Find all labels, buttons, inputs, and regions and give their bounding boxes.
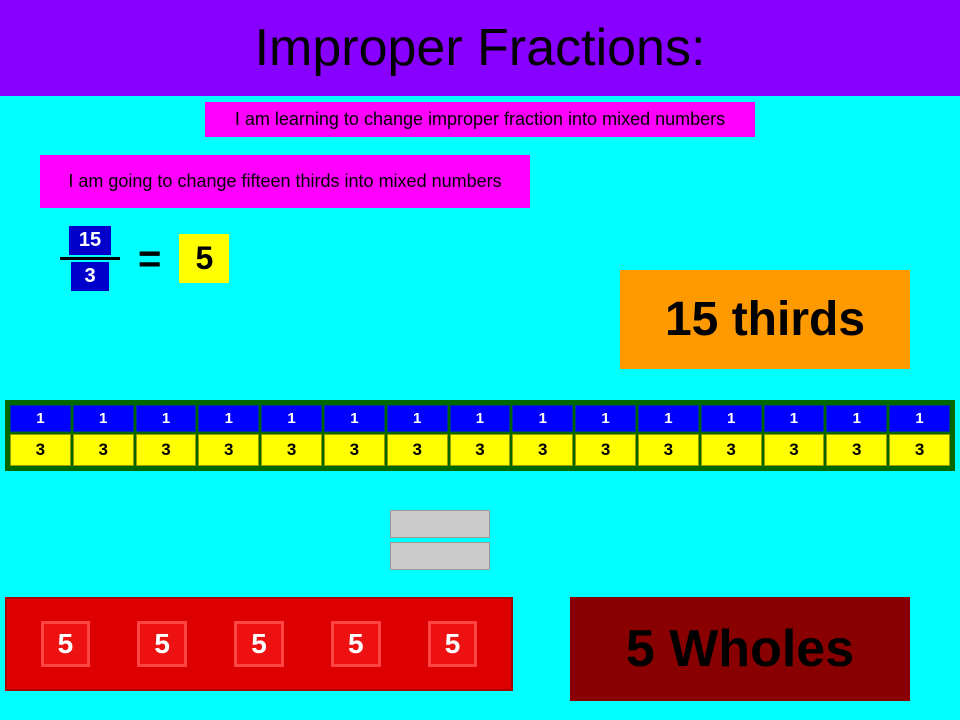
eq-frac-top <box>390 510 490 538</box>
thirds-label: 15 thirds <box>620 270 910 369</box>
tile-top: 1 <box>387 405 448 432</box>
tile-bottom: 3 <box>764 434 825 466</box>
tile-top: 1 <box>198 405 259 432</box>
learning-objective: I am learning to change improper fractio… <box>205 102 755 137</box>
tiles-container: 111111111111111 333333333333333 <box>5 400 955 471</box>
tile-top: 1 <box>10 405 71 432</box>
tile-bottom: 3 <box>701 434 762 466</box>
tile-top: 1 <box>826 405 887 432</box>
tile-top: 1 <box>450 405 511 432</box>
tile-bottom: 3 <box>450 434 511 466</box>
tile-top: 1 <box>638 405 699 432</box>
tile-top: 1 <box>764 405 825 432</box>
tile-bottom: 3 <box>198 434 259 466</box>
wholes-row: 55555 <box>5 597 513 691</box>
tile-bottom: 3 <box>889 434 950 466</box>
tile-top: 1 <box>575 405 636 432</box>
tile-bottom: 3 <box>136 434 197 466</box>
eq-frac-bottom <box>390 542 490 570</box>
whole-number: 5 <box>428 621 478 667</box>
fraction-stack: 15 3 <box>60 226 120 291</box>
fraction-numerator: 15 <box>69 226 111 255</box>
tiles-bottom-row: 333333333333333 <box>10 434 950 466</box>
whole-number: 5 <box>41 621 91 667</box>
wholes-label: 5 Wholes <box>570 597 910 701</box>
tile-top: 1 <box>261 405 322 432</box>
fraction-line <box>60 257 120 260</box>
tile-bottom: 3 <box>73 434 134 466</box>
tile-bottom: 3 <box>324 434 385 466</box>
equals-fraction <box>390 510 490 570</box>
tile-top: 1 <box>136 405 197 432</box>
tile-bottom: 3 <box>575 434 636 466</box>
header-banner: Improper Fractions: <box>0 0 960 96</box>
lo-wrapper: I am learning to change improper fractio… <box>0 102 960 137</box>
tile-bottom: 3 <box>387 434 448 466</box>
whole-number: 5 <box>137 621 187 667</box>
whole-number: 5 <box>331 621 381 667</box>
tile-top: 1 <box>512 405 573 432</box>
fraction-result: 5 <box>179 234 229 283</box>
tile-bottom: 3 <box>261 434 322 466</box>
tile-bottom: 3 <box>512 434 573 466</box>
page-title: Improper Fractions: <box>10 18 950 78</box>
tile-top: 1 <box>73 405 134 432</box>
tile-bottom: 3 <box>10 434 71 466</box>
tile-top: 1 <box>889 405 950 432</box>
tile-top: 1 <box>324 405 385 432</box>
tile-top: 1 <box>701 405 762 432</box>
tiles-top-row: 111111111111111 <box>10 405 950 432</box>
tile-bottom: 3 <box>826 434 887 466</box>
description-box: I am going to change fifteen thirds into… <box>40 155 530 208</box>
equals-sign: = <box>138 239 161 279</box>
tile-bottom: 3 <box>638 434 699 466</box>
whole-number: 5 <box>234 621 284 667</box>
fraction-denominator: 3 <box>71 262 109 291</box>
